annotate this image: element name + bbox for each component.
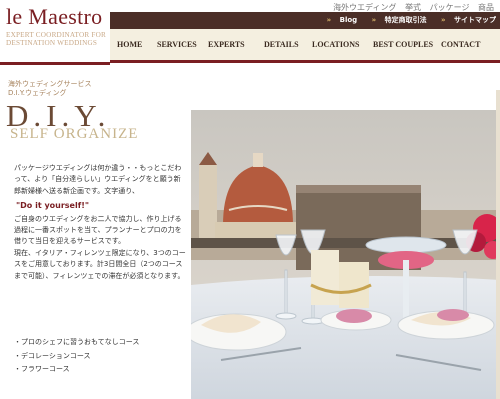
utility-links: » Blog » 特定商取引法 » サイトマップ [315, 15, 496, 25]
arrow-icon: » [371, 16, 377, 24]
course-item-decoration: ・デコレーションコース [14, 351, 91, 360]
course-item-chef: ・プロのシェフに習うおもてなしコース [14, 338, 140, 346]
intro-quote: "Do it yourself!" [16, 201, 90, 211]
arrow-icon: » [441, 16, 446, 24]
nav-locations[interactable]: LOCATIONS [312, 40, 359, 49]
category-label: 海外ウェディングサービス D.I.Y.ウェディング [8, 80, 92, 98]
nav-best-couples[interactable]: BEST COUPLES [373, 40, 433, 49]
utility-bar: » Blog » 特定商取引法 » サイトマップ [110, 12, 500, 29]
util-link-legal[interactable]: » 特定商取引法 [366, 16, 427, 24]
arrow-icon: » [326, 16, 332, 24]
right-edge-strip [496, 90, 500, 399]
logo[interactable]: le Maestro EXPERT COORDINATOR FOR DESTIN… [6, 4, 111, 48]
nav-experts[interactable]: EXPERTS [208, 40, 245, 49]
nav-contact[interactable]: CONTACT [441, 40, 480, 49]
course-list: ・プロのシェフに習うおもてなしコース ・デコレーションコース ・フラワーコース [14, 336, 139, 377]
top-link-package[interactable]: パッケージ [430, 3, 470, 12]
nav-services[interactable]: SERVICES [157, 40, 197, 49]
hero-photo [191, 110, 500, 399]
top-link-overseas-wedding[interactable]: 海外ウエディング [333, 3, 396, 12]
category-line-2: D.I.Y.ウェディング [8, 89, 67, 97]
page-subtitle: SELF ORGANIZE [10, 126, 139, 142]
logo-subtitle: EXPERT COORDINATOR FOR DESTINATION WEDDI… [6, 31, 106, 47]
intro-paragraph-2: ご自身のウエディングをお二人で協力し、作り上げる過程に一番スポットを当て、プラン… [14, 214, 182, 246]
logo-title: le Maestro [6, 4, 103, 29]
top-link-products[interactable]: 商品 [478, 3, 494, 12]
util-link-sitemap-label: サイトマップ [454, 16, 496, 24]
bell-tower [199, 152, 217, 240]
category-line-1: 海外ウェディングサービス [8, 80, 92, 88]
nav-details[interactable]: DETAILS [264, 40, 299, 49]
util-link-blog-label: Blog [339, 16, 358, 24]
nav-home[interactable]: HOME [117, 40, 142, 49]
header-divider [0, 62, 110, 65]
util-link-legal-label: 特定商取引法 [384, 16, 427, 24]
top-link-ceremony[interactable]: 挙式 [405, 3, 421, 12]
intro-paragraph-3: 現在、イタリア・フィレンツェ限定になり、3つのコースをご用意しております。計3日… [14, 248, 186, 280]
course-item-flower: ・フラワーコース [14, 365, 70, 373]
main-nav: HOME SERVICES EXPERTS DETAILS LOCATIONS … [110, 29, 500, 63]
intro-paragraph-1: パッケージウエディングは何か違う・・もっとこだわって、より「自分達らしい」ウエデ… [14, 164, 182, 195]
intro-text: パッケージウエディングは何か違う・・もっとこだわって、より「自分達らしい」ウエデ… [14, 163, 186, 282]
util-link-sitemap[interactable]: » サイトマップ [435, 16, 496, 24]
util-link-blog[interactable]: » Blog [321, 16, 358, 24]
